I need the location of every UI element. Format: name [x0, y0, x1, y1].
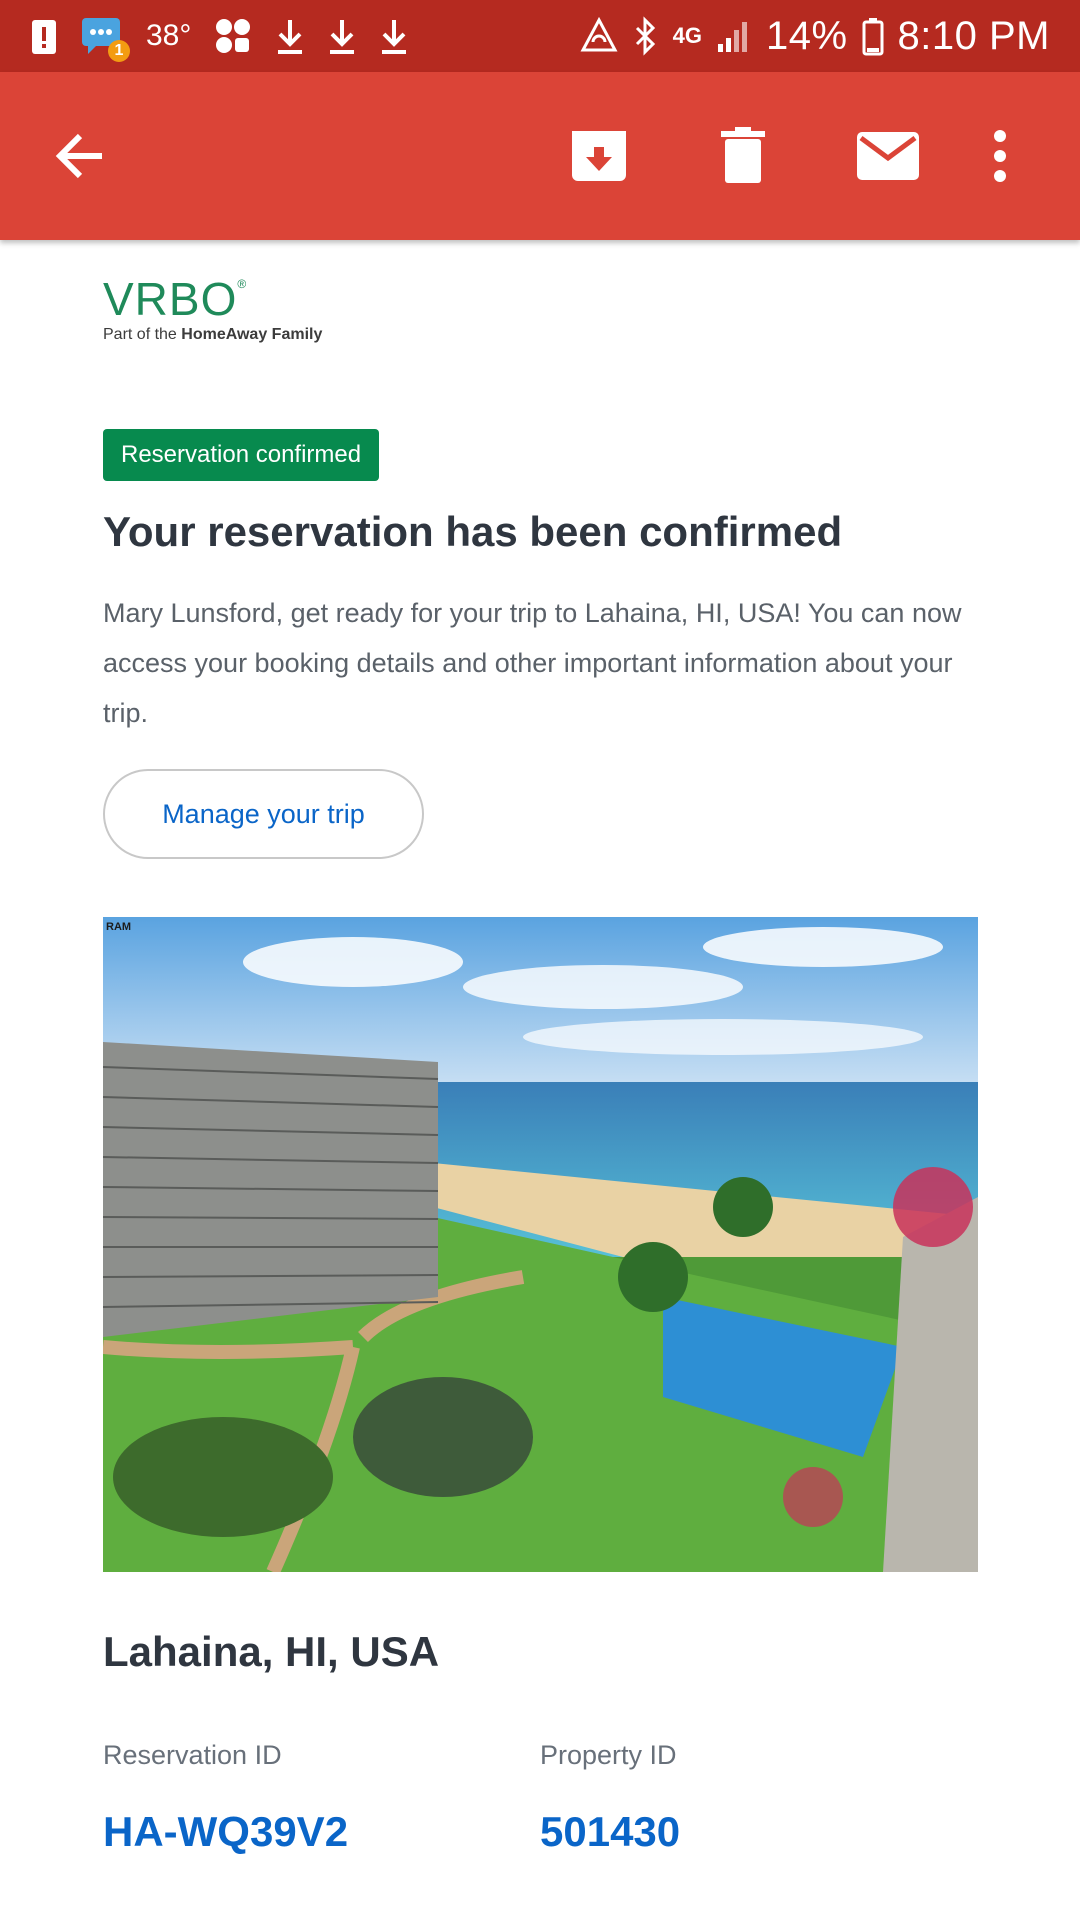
- message-icon: 1: [80, 16, 130, 62]
- archive-icon: [572, 131, 626, 181]
- more-vert-icon: [994, 130, 1006, 182]
- status-bar: 1 38° 4G 14% 8:10 PM: [0, 0, 1080, 72]
- intro-text: Mary Lunsford, get ready for your trip t…: [103, 598, 962, 728]
- download-icon: [379, 14, 409, 58]
- delete-button[interactable]: [709, 122, 777, 190]
- property-id-label: Property ID: [540, 1740, 677, 1770]
- signal-icon: [716, 14, 752, 58]
- delete-icon: [721, 127, 765, 183]
- back-arrow-icon: [55, 133, 102, 179]
- manage-trip-button[interactable]: Manage your trip: [103, 769, 424, 859]
- status-right-icons: 4G 14% 8:10 PM: [579, 14, 1050, 58]
- back-button[interactable]: [46, 122, 114, 190]
- archive-button[interactable]: [565, 122, 633, 190]
- mark-unread-button[interactable]: [853, 122, 923, 190]
- logo-wordmark: VRBO®: [103, 273, 248, 325]
- photo-watermark: RAM: [106, 921, 132, 933]
- battery-percent: 14%: [765, 13, 848, 58]
- reservation-id-label: Reservation ID: [103, 1740, 282, 1770]
- logo-tagline: Part of the HomeAway Family: [103, 326, 323, 343]
- battery-icon: [862, 14, 884, 58]
- clock-time: 8:10 PM: [897, 13, 1050, 58]
- network-type: 4G: [672, 23, 702, 48]
- temperature-text: 38°: [146, 19, 192, 52]
- notification-count: 1: [108, 40, 130, 62]
- status-left-icons: 1 38°: [30, 14, 409, 62]
- location-title: Lahaina, HI, USA: [103, 1628, 440, 1675]
- mark-unread-icon: [857, 132, 919, 180]
- download-icon: [327, 14, 357, 58]
- download-icon: [275, 14, 305, 58]
- reservation-id-value[interactable]: HA-WQ39V2: [103, 1808, 348, 1856]
- status-badge: Reservation confirmed: [103, 429, 380, 481]
- network-4g-icon: 4G: [673, 14, 702, 58]
- alert-icon: [30, 14, 58, 58]
- bluetooth-icon: [633, 14, 659, 58]
- sync-icon: [579, 14, 619, 58]
- app-icon: [213, 14, 253, 58]
- property-id-value[interactable]: 501430: [540, 1808, 680, 1856]
- vrbo-logo[interactable]: VRBO® Part of the HomeAway Family: [103, 276, 322, 344]
- property-photo[interactable]: RAM: [103, 917, 978, 1572]
- page-title: Your reservation has been confirmed: [103, 508, 843, 555]
- more-options-button[interactable]: [980, 122, 1020, 190]
- app-bar: [0, 72, 1080, 240]
